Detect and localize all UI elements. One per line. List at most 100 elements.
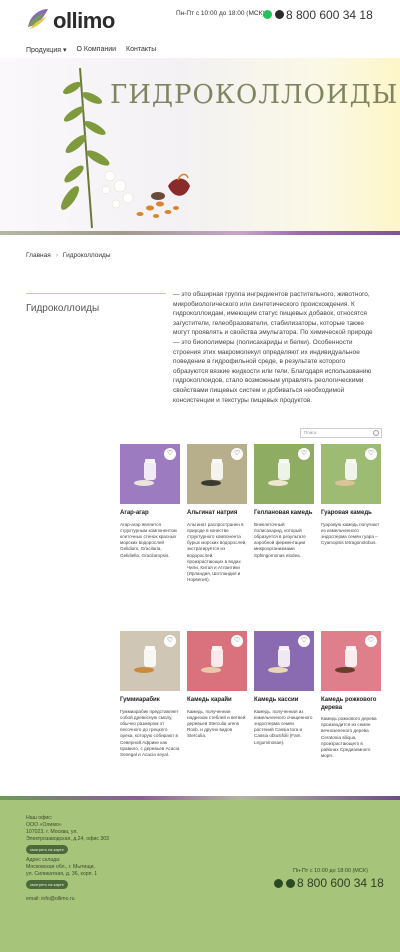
office-address-line-2: Электрозаводская, д.24, офис 303 (26, 836, 110, 842)
site-header: ollimo Пн-Пт с 10:00 до 18:00 (МСК) 8 80… (0, 0, 400, 40)
product-image[interactable]: ♡ (254, 444, 314, 504)
breadcrumb-home[interactable]: Главная (26, 252, 51, 259)
product-image[interactable]: ♡ (187, 444, 247, 504)
product-image[interactable]: ♡ (321, 631, 381, 691)
product-description: Гуммиарабик представляет собой древесную… (120, 708, 180, 757)
ingredient-pile (134, 480, 154, 486)
search-placeholder: Поиск (304, 430, 317, 435)
section-description: — это обширная группа ингредиентов расти… (173, 291, 373, 404)
nav-products[interactable]: Продукция ▾ (26, 46, 67, 54)
product-description: Альгинат распространен в природе в качес… (187, 521, 247, 583)
jar (144, 462, 156, 480)
product-card[interactable]: ♡ Агар-агар Агар-агар является структурным… (120, 444, 180, 559)
heart-icon[interactable]: ♡ (365, 635, 377, 647)
product-card[interactable]: ♡ Гуаровая камедь Гуаровую камедь получают… (321, 444, 381, 546)
heart-icon[interactable]: ♡ (231, 635, 243, 647)
product-image[interactable]: ♡ (187, 631, 247, 691)
product-name[interactable]: Геллановая камедь (254, 510, 314, 518)
footer-phone[interactable]: 8 800 600 34 18 (297, 876, 384, 890)
product-image[interactable]: ♡ (321, 444, 381, 504)
jar (144, 649, 156, 667)
nav-products-label: Продукция (26, 47, 62, 54)
jar (345, 649, 357, 667)
chevron-down-icon: ▾ (62, 47, 67, 54)
heart-icon[interactable]: ♡ (164, 448, 176, 460)
ingredient-pile (335, 480, 355, 486)
search-icon[interactable] (373, 430, 379, 436)
jar (211, 649, 223, 667)
ingredient-pile (134, 667, 154, 673)
product-description: Камедь рожкового дерева производится из … (321, 716, 377, 759)
warehouse-address-line-2: ул. Силикатная, д. 36, корп. 1 (26, 871, 98, 877)
office-map-button[interactable]: смотреть на карте (26, 845, 68, 854)
hero-title: ГИДРОКОЛЛОИДЫ (110, 80, 399, 110)
product-description: Камедь, полученная надрезом стеблей и ве… (187, 708, 246, 739)
product-card[interactable]: ♡ Камедь рожкового дерева Камедь рожкового… (321, 631, 381, 759)
ingredient-pile (268, 667, 288, 673)
breadcrumb-current: Гидроколлоиды (62, 252, 111, 259)
product-name[interactable]: Камедь карайи (187, 697, 247, 705)
search-input[interactable]: Поиск (300, 428, 382, 438)
product-name[interactable]: Камедь кассии (254, 697, 314, 705)
messenger-links (263, 10, 284, 19)
warehouse-info: Адрес склада: Московская обл., г. Мытищи… (26, 857, 97, 889)
warehouse-label: Адрес склада: (26, 857, 61, 863)
logo[interactable]: ollimo (26, 5, 116, 33)
whatsapp-icon[interactable] (263, 10, 272, 19)
office-info: Наш офис: ООО «Олимо» 107023, г. Москва,… (26, 815, 109, 854)
whatsapp-icon[interactable] (274, 879, 283, 888)
footer-working-hours: Пн-Пт с 10:00 до 18:00 (МСК) (293, 868, 368, 874)
heart-icon[interactable]: ♡ (164, 635, 176, 647)
nav-about[interactable]: О Компании (77, 46, 117, 54)
product-card[interactable]: ♡ Камедь кассии Камедь, полученная из изме… (254, 631, 314, 746)
ingredient-pile (201, 480, 221, 486)
office-company: ООО «Олимо» (26, 822, 62, 828)
hero-banner: ГИДРОКОЛЛОИДЫ (0, 58, 400, 232)
warehouse-address-line-1: Московская обл., г. Мытищи, (26, 864, 95, 870)
product-name[interactable]: Альгинат натрия (187, 510, 247, 518)
ingredient-pile (201, 667, 221, 673)
warehouse-map-button[interactable]: смотреть на карте (26, 880, 68, 889)
telegram-icon[interactable] (275, 10, 284, 19)
product-image[interactable]: ♡ (120, 631, 180, 691)
product-image[interactable]: ♡ (120, 444, 180, 504)
office-label: Наш офис: (26, 815, 53, 821)
breadcrumb-separator: › (55, 252, 58, 259)
product-card[interactable]: ♡ Камедь карайи Камедь, полученная надрезо… (187, 631, 247, 740)
product-name[interactable]: Камедь рожкового дерева (321, 697, 381, 712)
header-phone[interactable]: 8 800 600 34 18 (286, 8, 373, 22)
telegram-icon[interactable] (286, 879, 295, 888)
working-hours: Пн-Пт с 10:00 до 18:00 (МСК) (176, 10, 265, 17)
product-name[interactable]: Гуммиарабик (120, 697, 180, 705)
ingredient-pile (268, 480, 288, 486)
logo-mark-icon (28, 9, 48, 29)
ingredient-pile (335, 667, 355, 673)
product-name[interactable]: Гуаровая камедь (321, 510, 381, 518)
heart-icon[interactable]: ♡ (298, 635, 310, 647)
heart-icon[interactable]: ♡ (298, 448, 310, 460)
jar (278, 649, 290, 667)
footer-messenger-links (274, 879, 295, 888)
nav-contacts[interactable]: Контакты (126, 46, 156, 54)
heart-icon[interactable]: ♡ (231, 448, 243, 460)
jar (278, 462, 290, 480)
product-card[interactable]: ♡ Гуммиарабик Гуммиарабик представляет соб… (120, 631, 180, 758)
product-card[interactable]: ♡ Геллановая камедь Внеклеточный полисахар… (254, 444, 314, 559)
jar (211, 462, 223, 480)
jar (345, 462, 357, 480)
product-card[interactable]: ♡ Альгинат натрия Альгинат распространен в… (187, 444, 247, 584)
divider (26, 293, 166, 294)
breadcrumb: Главная › Гидроколлоиды (26, 252, 111, 259)
product-description: Гуаровую камедь получают из измельченног… (321, 521, 380, 546)
product-name[interactable]: Агар-агар (120, 510, 180, 518)
heart-icon[interactable]: ♡ (365, 448, 377, 460)
product-description: Внеклеточный полисахарид, который образу… (254, 521, 306, 558)
main-nav: Продукция ▾ О Компании Контакты (26, 46, 156, 54)
product-image[interactable]: ♡ (254, 631, 314, 691)
section-title: Гидроколлоиды (26, 303, 100, 314)
product-description: Камедь, полученная из измельченного очищ… (254, 708, 313, 745)
decorative-strip (0, 231, 400, 235)
product-description: Агар-агар является структурным компонент… (120, 521, 177, 558)
logo-text: ollimo (53, 8, 115, 33)
footer-email[interactable]: email: info@ollimo.ru (26, 896, 75, 903)
